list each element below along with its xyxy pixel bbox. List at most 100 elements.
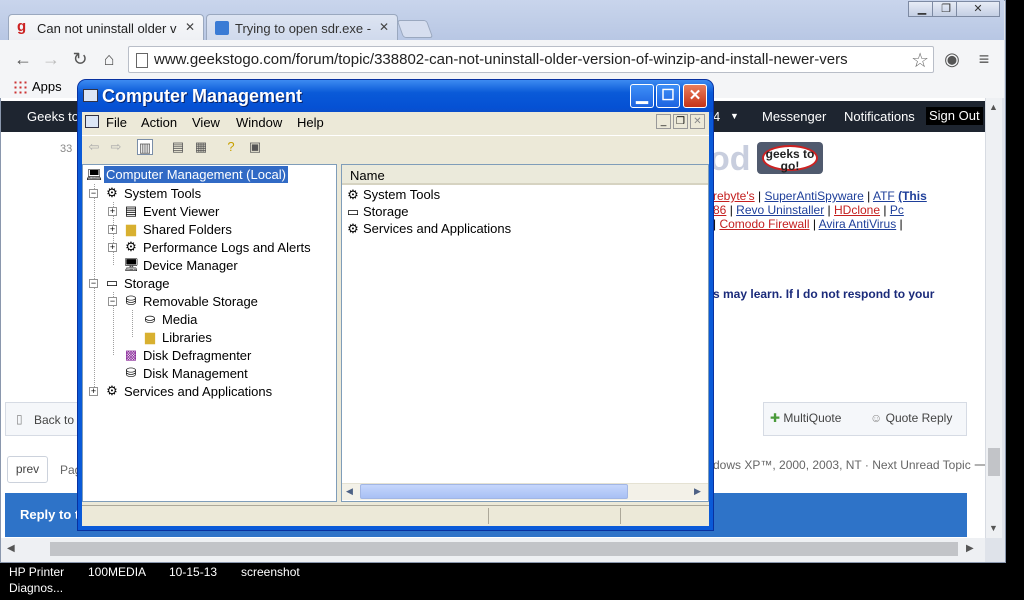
tree-performance-logs[interactable]: Performance Logs and Alerts [143,239,311,256]
services-applications-icon: ⚙︎ [106,383,118,398]
close-window-button[interactable]: ✕ [956,1,1000,17]
site-nav-home[interactable]: Geeks to [27,109,79,124]
signature-line-2: 86 | Revo Uninstaller | HDclone | Pc [713,203,904,217]
quote-reply-button[interactable]: ☺ Quote Reply [870,411,952,425]
mmc-maximize-button[interactable]: ☐ [656,84,680,108]
tree-shared-folders[interactable]: Shared Folders [143,221,232,238]
close-tab-icon[interactable]: ✕ [185,20,195,34]
bookmark-star-icon[interactable]: ☆ [911,48,929,72]
forward-icon[interactable]: ⇨ [108,139,124,155]
sig-link[interactable]: Revo Uninstaller [736,203,824,217]
back-arrow-icon[interactable]: ← [12,48,34,70]
desktop-item-100media[interactable]: 100MEDIA [88,565,146,579]
menu-help[interactable]: Help [297,115,324,130]
collapse-icon[interactable]: − [108,297,117,306]
home-icon[interactable]: ⌂ [98,48,120,70]
site-nav-sign-out[interactable]: Sign Out [926,107,983,125]
properties-icon[interactable]: ▣ [247,139,263,155]
sig-link[interactable]: rebyte's [713,189,755,203]
menu-view[interactable]: View [192,115,220,130]
system-tools-icon: ⚙︎ [106,185,118,200]
multiquote-button[interactable]: ✚ MultiQuote [770,411,841,425]
collapse-icon[interactable]: − [89,189,98,198]
tree-removable-storage[interactable]: Removable Storage [143,293,258,310]
sig-link[interactable]: HDclone [834,203,880,217]
reload-icon[interactable]: ↻ [69,48,91,70]
scroll-thumb[interactable] [988,448,1000,476]
mmc-minimize-button[interactable]: ▁ [630,84,654,108]
site-nav-notifications[interactable]: Notifications [844,109,915,124]
sig-link[interactable]: Avira AntiVirus [819,217,897,231]
column-header-name[interactable]: Name [342,165,708,185]
scroll-left-icon[interactable]: ◀ [7,543,15,554]
list-item-services-applications[interactable]: Services and Applications [363,220,511,237]
site-nav-messenger[interactable]: Messenger [762,109,826,124]
forward-arrow-icon[interactable]: → [40,48,62,70]
expand-icon[interactable]: + [108,207,117,216]
tab-trying-to-open-sdr[interactable]: Trying to open sdr.exe - ✕ [206,14,398,41]
scroll-up-icon[interactable]: ▲ [989,102,998,112]
tree-services-applications[interactable]: Services and Applications [124,383,272,400]
sig-link[interactable]: SuperAntiSpyware [764,189,863,203]
sig-link[interactable]: Comodo Firewall [719,217,809,231]
mmc-close-button[interactable]: ✕ [683,84,707,108]
list-item-system-tools[interactable]: System Tools [363,186,440,203]
tree-disk-management[interactable]: Disk Management [143,365,248,382]
back-to-button[interactable]: ▯ Back to [5,402,80,436]
collapse-icon[interactable]: − [89,279,98,288]
help-icon[interactable]: ? [223,139,239,155]
tree-device-manager[interactable]: Device Manager [143,257,238,274]
list-item-storage[interactable]: Storage [363,203,409,220]
tree-root-computer-management[interactable]: Computer Management (Local) [103,165,289,184]
desktop-item-hp-printer[interactable]: HP Printer [9,565,64,579]
child-close-button[interactable]: ✕ [690,114,705,129]
tree-storage[interactable]: Storage [124,275,170,292]
child-restore-button[interactable]: ❐ [673,114,688,129]
page-vertical-scrollbar[interactable]: ▲ ▼ [985,98,1002,538]
show-hide-tree-icon[interactable]: ▥ [137,139,153,155]
expand-icon[interactable]: + [108,243,117,252]
scroll-right-icon[interactable]: ▶ [694,486,701,497]
scroll-down-icon[interactable]: ▼ [989,523,998,533]
computer-icon: 💻︎ [86,167,103,182]
footer-nav[interactable]: dows XP™, 2000, 2003, NT · Next Unread T… [713,458,991,472]
site-nav-partial[interactable]: 4 [713,109,720,124]
address-bar[interactable]: www.geekstogo.com/forum/topic/338802-can… [128,46,934,73]
export-list-icon[interactable]: ▦ [193,139,209,155]
sig-link[interactable]: (This [898,189,927,203]
tab-can-not-uninstall[interactable]: g Can not uninstall older v ✕ [8,14,204,41]
status-divider [488,508,489,524]
extension-icon[interactable]: ◉ [941,48,963,70]
sig-link[interactable]: Pc [890,203,904,217]
details-scroll-thumb[interactable] [360,484,628,499]
prev-page-button[interactable]: prev [7,456,48,483]
scroll-right-icon[interactable]: ▶ [966,543,974,554]
scroll-left-icon[interactable]: ◀ [346,486,353,497]
tree-event-viewer[interactable]: Event Viewer [143,203,219,220]
menu-window[interactable]: Window [236,115,282,130]
apps-bookmark[interactable]: Apps [32,79,62,94]
expand-icon[interactable]: + [108,225,117,234]
tree-system-tools[interactable]: System Tools [124,185,201,202]
desktop-item-screenshot[interactable]: screenshot [241,565,300,579]
child-minimize-button[interactable]: _ [656,114,671,129]
tree-media[interactable]: Media [162,311,197,328]
tree-disk-defragmenter[interactable]: Disk Defragmenter [143,347,251,364]
desktop-item-10-15-13[interactable]: 10-15-13 [169,565,217,579]
menu-action[interactable]: Action [141,115,177,130]
dropdown-arrow-icon[interactable]: ▼ [730,111,739,121]
tree-libraries[interactable]: Libraries [162,329,212,346]
close-tab-icon[interactable]: ✕ [379,20,389,34]
menu-file[interactable]: File [106,115,127,130]
up-one-level-icon[interactable]: ▤ [170,139,186,155]
back-icon[interactable]: ⇦ [86,139,102,155]
apps-grid-icon[interactable] [13,80,27,94]
sig-link[interactable]: 86 [713,203,726,217]
sig-link[interactable]: ATF [873,189,895,203]
disk-management-icon: ⛁ [125,365,137,380]
new-tab-button[interactable] [396,20,434,38]
horizontal-scroll-thumb[interactable] [50,542,958,556]
expand-icon[interactable]: + [89,387,98,396]
menu-system-icon[interactable] [85,115,99,128]
menu-icon[interactable]: ≡ [973,48,995,70]
